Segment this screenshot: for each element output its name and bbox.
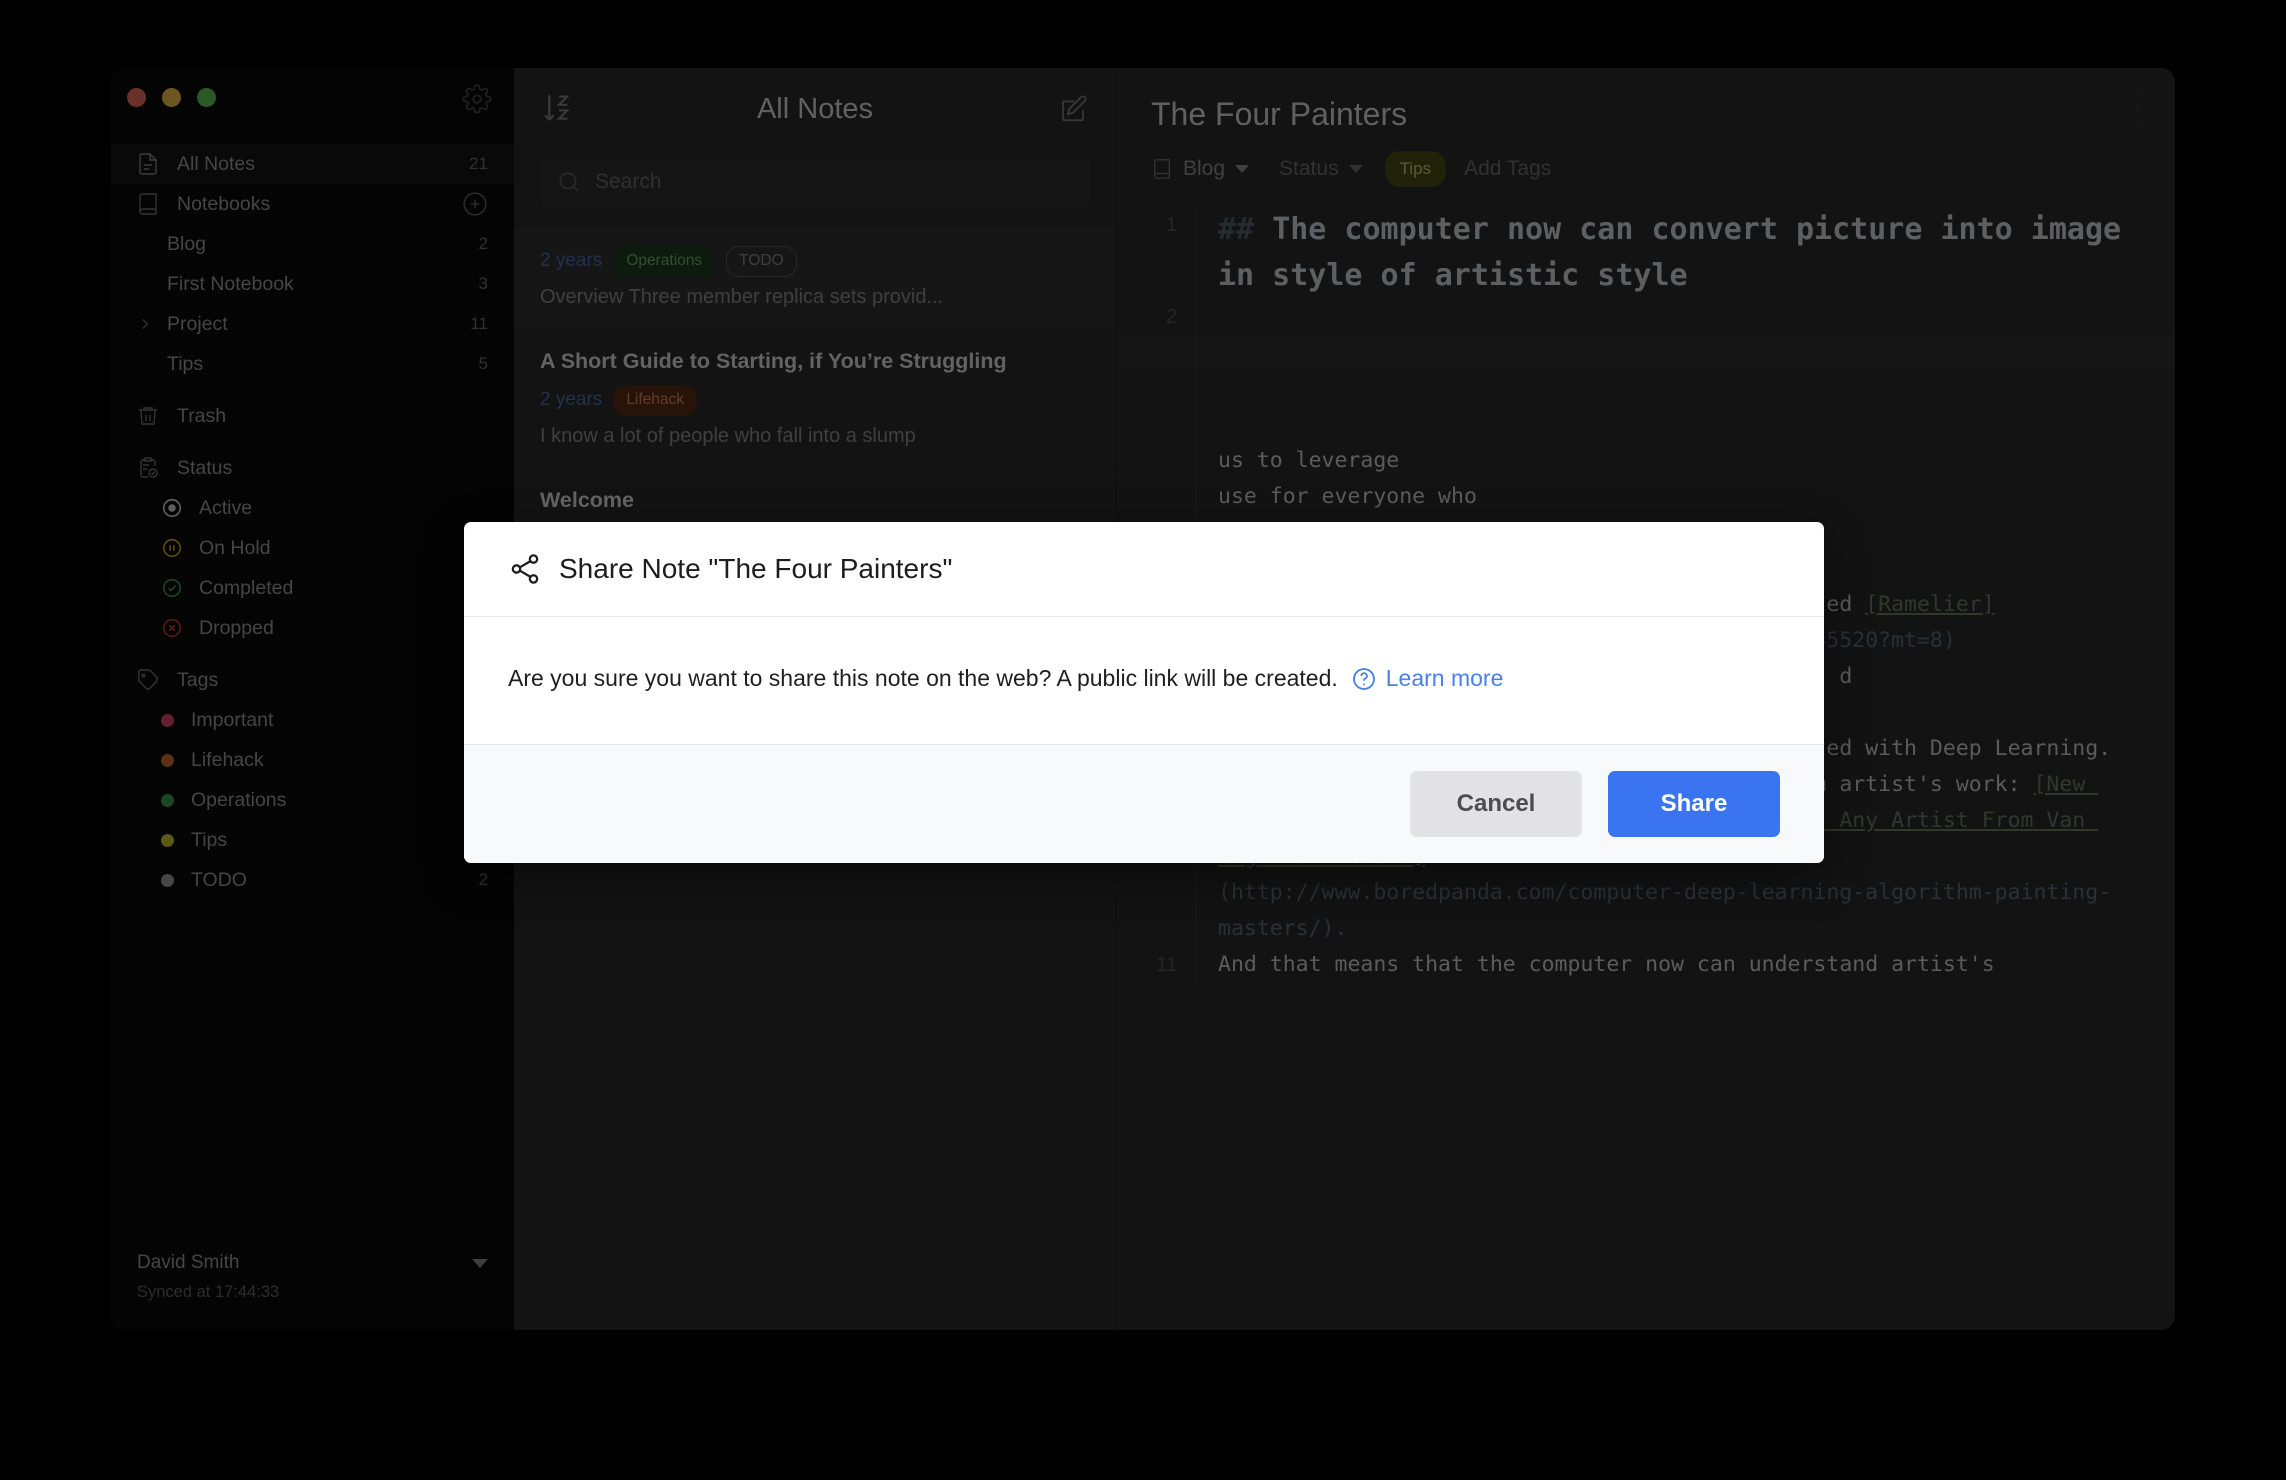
- cancel-button[interactable]: Cancel: [1410, 771, 1582, 837]
- dialog-body: Are you sure you want to share this note…: [464, 617, 1824, 745]
- dialog-message: Are you sure you want to share this note…: [508, 665, 1338, 691]
- dialog-footer: Cancel Share: [464, 745, 1824, 863]
- screen: All Notes 21 Notebooks: [0, 0, 2286, 1480]
- share-note-dialog: Share Note "The Four Painters" Are you s…: [464, 522, 1824, 863]
- share-network-icon: [508, 552, 542, 586]
- question-circle-icon[interactable]: [1351, 666, 1377, 692]
- dialog-header: Share Note "The Four Painters": [464, 522, 1824, 617]
- share-button[interactable]: Share: [1608, 771, 1780, 837]
- learn-more-link[interactable]: Learn more: [1386, 665, 1504, 692]
- dialog-title: Share Note "The Four Painters": [559, 553, 953, 584]
